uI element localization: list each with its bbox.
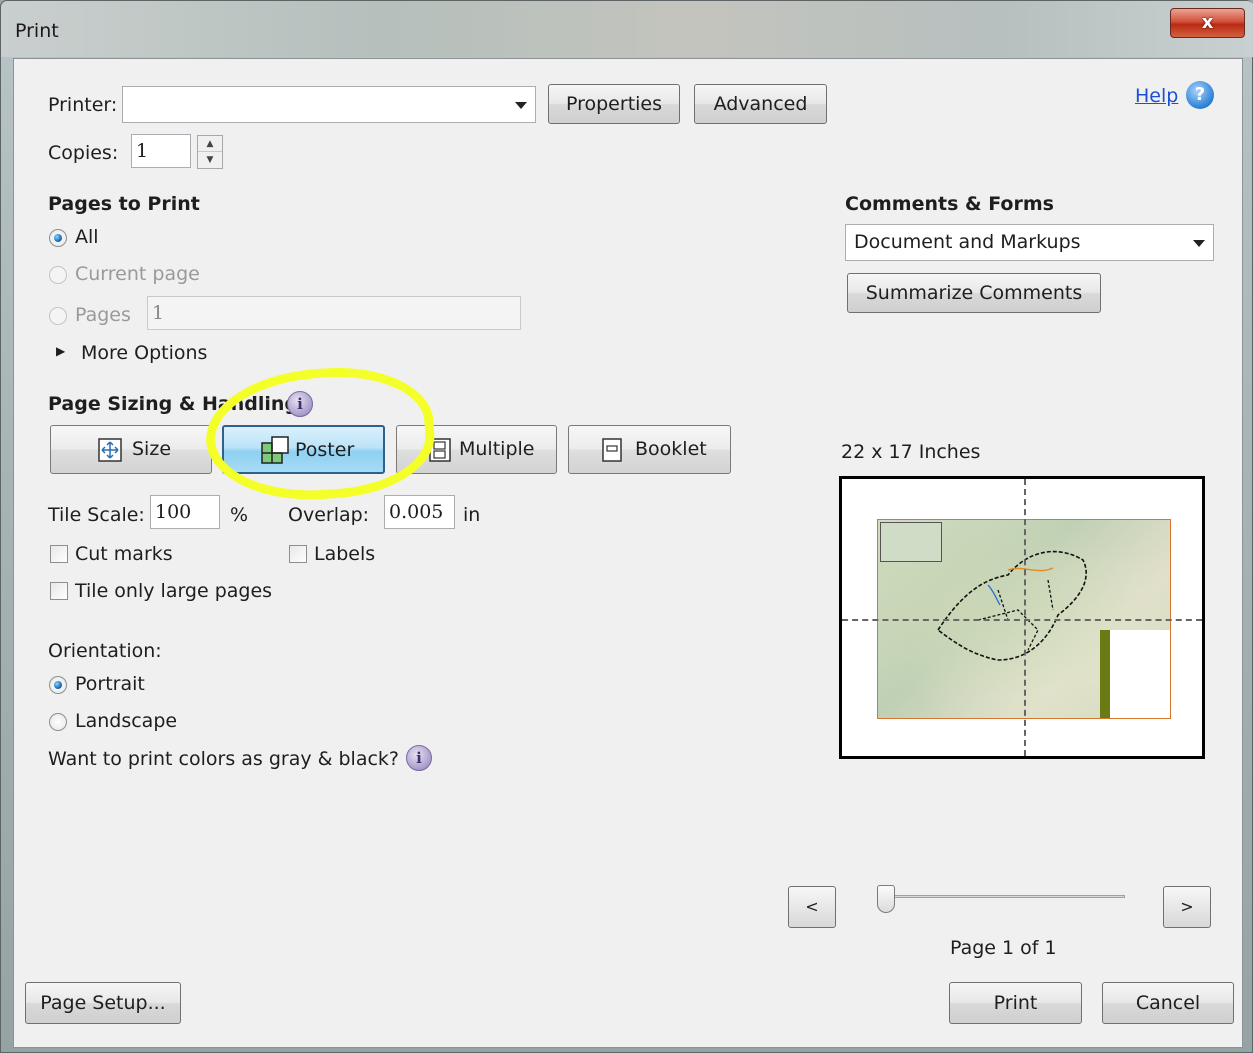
spin-down-icon[interactable]: ▼ xyxy=(198,152,222,168)
radio-portrait[interactable] xyxy=(49,676,67,694)
comments-forms-heading: Comments & Forms xyxy=(845,193,1054,215)
tile-scale-percent: % xyxy=(230,504,249,526)
booklet-button-label: Booklet xyxy=(635,438,707,460)
pages-to-print-heading: Pages to Print xyxy=(48,193,200,215)
radio-portrait-label[interactable]: Portrait xyxy=(75,673,145,695)
overlap-unit: in xyxy=(463,504,481,526)
expand-triangle-icon[interactable]: ▶ xyxy=(56,344,65,358)
summarize-comments-button[interactable]: Summarize Comments xyxy=(847,273,1101,313)
size-button-label: Size xyxy=(132,438,172,460)
radio-landscape-label[interactable]: Landscape xyxy=(75,710,177,732)
orientation-heading: Orientation: xyxy=(48,640,162,662)
comments-forms-select[interactable]: Document and Markups xyxy=(845,224,1214,261)
tile-large-pages-label[interactable]: Tile only large pages xyxy=(75,580,272,602)
more-options-toggle[interactable]: More Options xyxy=(81,342,207,364)
spin-up-icon[interactable]: ▲ xyxy=(198,136,222,152)
copies-label: Copies: xyxy=(48,142,119,164)
radio-current-page[interactable] xyxy=(49,266,67,284)
multiple-button-label: Multiple xyxy=(459,438,535,460)
radio-current-page-label[interactable]: Current page xyxy=(75,263,200,285)
properties-button[interactable]: Properties xyxy=(548,84,680,124)
cut-marks-label[interactable]: Cut marks xyxy=(75,543,173,565)
info-icon[interactable]: i xyxy=(406,745,432,771)
copies-stepper[interactable]: ▲ ▼ xyxy=(197,135,223,169)
printer-label: Printer: xyxy=(48,94,118,116)
tile-scale-label: Tile Scale: xyxy=(48,504,145,526)
tile-divider-horizontal xyxy=(842,619,1202,621)
cut-marks-checkbox[interactable] xyxy=(50,545,68,563)
copies-input[interactable]: 1 xyxy=(131,134,191,168)
tile-scale-input[interactable]: 100 xyxy=(150,495,220,529)
help-link[interactable]: Help xyxy=(1135,85,1178,107)
page-indicator: Page 1 of 1 xyxy=(950,937,1057,959)
tile-divider-vertical xyxy=(1024,479,1026,756)
help-icon[interactable]: ? xyxy=(1186,81,1214,109)
print-preview xyxy=(839,476,1205,759)
tile-large-pages-checkbox[interactable] xyxy=(50,582,68,600)
radio-landscape[interactable] xyxy=(49,713,67,731)
radio-all-label[interactable]: All xyxy=(75,226,99,248)
overlap-input[interactable]: 0.005 xyxy=(384,495,455,529)
print-button[interactable]: Print xyxy=(949,982,1082,1024)
chevron-down-icon xyxy=(1193,240,1205,247)
size-button[interactable]: Size xyxy=(50,425,212,474)
yellow-highlight-annotation xyxy=(201,361,439,507)
booklet-icon xyxy=(602,438,622,462)
page-slider-thumb[interactable] xyxy=(877,885,895,913)
close-button[interactable]: x xyxy=(1170,8,1245,38)
radio-pages-label[interactable]: Pages xyxy=(75,304,131,326)
next-page-button[interactable]: > xyxy=(1163,886,1211,928)
pages-range-input[interactable]: 1 xyxy=(147,296,521,330)
map-legend-panel xyxy=(1100,630,1170,718)
gray-black-question: Want to print colors as gray & black? xyxy=(48,748,400,770)
size-icon xyxy=(98,438,122,462)
radio-pages[interactable] xyxy=(49,307,67,325)
preview-size-label: 22 x 17 Inches xyxy=(841,441,981,463)
dialog-body: Printer: Properties Advanced Help ? Copi… xyxy=(13,58,1243,1048)
comments-forms-value: Document and Markups xyxy=(854,231,1081,253)
page-slider-track[interactable] xyxy=(880,895,1125,898)
radio-all[interactable] xyxy=(49,229,67,247)
labels-label[interactable]: Labels xyxy=(314,543,375,565)
labels-checkbox[interactable] xyxy=(289,545,307,563)
printer-select[interactable] xyxy=(122,86,536,123)
window-title: Print xyxy=(15,20,59,42)
advanced-button[interactable]: Advanced xyxy=(694,84,827,124)
print-dialog: Print x Printer: Properties Advanced Hel… xyxy=(0,0,1253,1053)
overlap-label: Overlap: xyxy=(288,504,370,526)
prev-page-button[interactable]: < xyxy=(788,886,836,928)
page-setup-button[interactable]: Page Setup... xyxy=(25,982,181,1024)
chevron-down-icon xyxy=(515,102,527,109)
title-bar[interactable]: Print x xyxy=(1,1,1253,57)
booklet-button[interactable]: Booklet xyxy=(568,425,731,474)
cancel-button[interactable]: Cancel xyxy=(1102,982,1234,1024)
